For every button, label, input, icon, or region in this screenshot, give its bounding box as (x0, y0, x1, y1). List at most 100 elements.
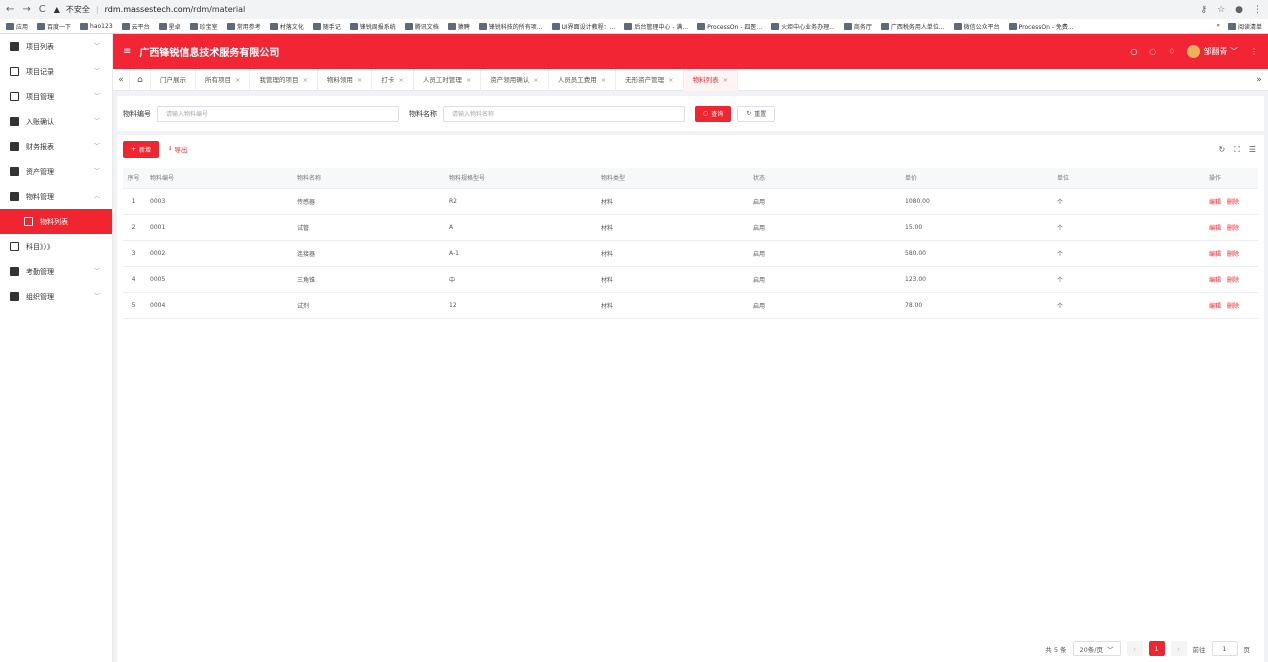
more-bookmarks-button[interactable]: » (1216, 22, 1220, 31)
star-icon[interactable]: ☆ (1217, 5, 1225, 15)
bookmark-item[interactable]: 随手记 (312, 22, 341, 31)
sidebar-item-organization[interactable]: 组织管理 ﹀ (0, 284, 112, 309)
sidebar-item-asset-management[interactable]: 资产管理 ﹀ (0, 159, 112, 184)
tab-all-projects[interactable]: 所有项目 × (196, 68, 251, 91)
edit-link[interactable]: 编辑 (1209, 225, 1221, 232)
edit-link[interactable]: 编辑 (1209, 303, 1221, 310)
goto-input[interactable]: 1 (1211, 641, 1238, 656)
table-row: 3 0002 连接器 A-1 材料 启用 580.00 个 编辑 删除 (123, 240, 1258, 267)
bell-icon[interactable]: ♢ (1168, 47, 1175, 56)
bookmark-item[interactable]: 猿聘 (447, 22, 470, 31)
address-bar[interactable]: ▲ 不安全 | rdm.massestech.com/rdm/material (54, 4, 246, 15)
export-button[interactable]: ⭳ 导出 (169, 144, 187, 155)
columns-icon[interactable]: ☰ (1249, 145, 1256, 155)
sidebar-item-project-record[interactable]: 项目记录 ﹀ (0, 59, 112, 84)
sidebar-item-material-list[interactable]: 物料列表 (0, 209, 112, 234)
tab-material-list[interactable]: 物料列表 × (683, 68, 739, 91)
edit-link[interactable]: 编辑 (1209, 251, 1221, 258)
name-input[interactable]: 请输入物料名称 (443, 105, 685, 122)
bookmark-item[interactable]: 火炬中心业务办理... (771, 22, 835, 31)
back-button[interactable]: ← (6, 4, 14, 15)
app-header: ≡ 广西锋锐信息技术服务有限公司 ○ ◌ ♢ 邹翻青 ﹀ ⋮ (113, 34, 1268, 69)
key-icon[interactable]: ⚷ (1200, 5, 1207, 15)
tab-intangible-assets[interactable]: 无形资产管理 × (616, 68, 684, 91)
tab-material-requisition[interactable]: 物料领用 × (318, 68, 373, 91)
search-icon[interactable]: ○ (1130, 47, 1137, 56)
message-icon[interactable]: ◌ (1149, 47, 1156, 56)
close-icon[interactable]: × (723, 76, 728, 84)
sidebar-item-subjects[interactable]: 科目》）》 (0, 234, 112, 259)
torch-icon (771, 22, 780, 30)
home-icon[interactable]: ⌂ (129, 68, 151, 91)
add-button[interactable]: + 新增 (123, 141, 160, 158)
bookmark-item[interactable]: ProcessOn - 免费... (1008, 22, 1074, 31)
bookmark-item[interactable]: 村落文化 (269, 22, 304, 31)
bookmark-item[interactable]: 云平台 (121, 22, 150, 31)
tab-clock-in[interactable]: 打卡 × (372, 68, 414, 91)
delete-link[interactable]: 删除 (1227, 277, 1239, 284)
bookmark-item[interactable]: 百度一下 (37, 22, 71, 31)
menu-toggle-icon[interactable]: ≡ (123, 46, 131, 57)
bookmark-item[interactable]: 锋锐科技的所有项... (478, 22, 543, 31)
bookmark-item[interactable]: 广西税务用人单位... (880, 22, 945, 31)
bookmark-item[interactable]: hao123 (80, 22, 113, 30)
close-icon[interactable]: × (398, 76, 403, 84)
bookmark-item[interactable]: 星卓 (158, 22, 181, 31)
url-host: rdm.massestech.com (104, 5, 191, 14)
sidebar-item-finance-report[interactable]: 财务报表 ﹀ (0, 134, 112, 159)
code-input[interactable]: 请输入物料编号 (157, 105, 399, 122)
bookmark-item[interactable]: 微信公众平台 (953, 22, 1000, 31)
tabs-scroll-right-icon[interactable]: » (1250, 75, 1268, 85)
tab-staff-costs[interactable]: 人员员工费用 × (549, 68, 617, 91)
bookmark-item[interactable]: UI界面设计教程：... (551, 22, 615, 31)
menu-icon[interactable]: ⋮ (1253, 5, 1262, 15)
close-icon[interactable]: × (601, 76, 606, 84)
sidebar-item-project-list[interactable]: 项目列表 ﹀ (0, 34, 112, 59)
bookmark-item[interactable]: 商务厅 (843, 22, 872, 31)
profile-icon[interactable]: ● (1235, 5, 1243, 15)
delete-link[interactable]: 删除 (1227, 199, 1239, 206)
sidebar-item-project-management[interactable]: 项目管理 ﹀ (0, 84, 112, 109)
sidebar-item-accounting-confirm[interactable]: 入账确认 ﹀ (0, 109, 112, 134)
next-page-button[interactable]: › (1170, 641, 1187, 656)
page-size-select[interactable]: 20条/页 ﹀ (1072, 641, 1121, 656)
delete-link[interactable]: 删除 (1227, 303, 1239, 310)
bookmark-item[interactable]: 后台管理中心 - 满... (624, 22, 688, 31)
tab-portal[interactable]: 门户展示 (151, 68, 196, 91)
fullscreen-icon[interactable]: ⛶ (1234, 145, 1240, 155)
tab-my-projects[interactable]: 我管理的项目 × (250, 68, 318, 91)
tab-work-hours[interactable]: 人员工时管理 × (414, 68, 482, 91)
bookmark-item[interactable]: 腾讯文档 (404, 22, 439, 31)
bookmark-item[interactable]: 锋锐周报系统 (349, 22, 396, 31)
reload-button[interactable]: C (39, 4, 46, 15)
query-button[interactable]: ○ 查询 (695, 105, 732, 122)
close-icon[interactable]: × (533, 76, 538, 84)
sidebar-item-attendance[interactable]: 考勤管理 ﹀ (0, 259, 112, 284)
close-icon[interactable]: × (302, 76, 307, 84)
close-icon[interactable]: × (668, 76, 673, 84)
hire-icon (447, 22, 456, 30)
bookmark-item[interactable]: ProcessOn - 四医... (697, 22, 762, 31)
reading-list-button[interactable]: 阅读清单 (1227, 22, 1262, 31)
refresh-icon[interactable]: ↻ (1219, 145, 1226, 155)
close-icon[interactable]: × (357, 76, 362, 84)
reset-button[interactable]: ↻ 重置 (737, 105, 776, 122)
forward-button[interactable]: → (22, 4, 30, 15)
bookmark-item[interactable]: 应用 (6, 22, 28, 31)
delete-link[interactable]: 删除 (1227, 251, 1239, 258)
close-icon[interactable]: × (235, 76, 240, 84)
user-menu[interactable]: 邹翻青 ﹀ (1187, 45, 1238, 58)
edit-link[interactable]: 编辑 (1209, 199, 1221, 206)
bookmark-item[interactable]: 常用参考 (226, 22, 261, 31)
page-number[interactable]: 1 (1148, 641, 1165, 656)
tab-asset-confirm[interactable]: 资产领用确认 × (481, 68, 549, 91)
close-icon[interactable]: × (466, 76, 471, 84)
tabs-scroll-left-icon[interactable]: « (113, 75, 129, 85)
delete-link[interactable]: 删除 (1227, 225, 1239, 232)
prev-page-button[interactable]: ‹ (1126, 641, 1143, 656)
edit-link[interactable]: 编辑 (1209, 277, 1221, 284)
company-title: 广西锋锐信息技术服务有限公司 (139, 48, 280, 59)
more-icon[interactable]: ⋮ (1250, 47, 1258, 56)
bookmark-item[interactable]: 珍宝室 (189, 22, 218, 31)
sidebar-item-material-management[interactable]: 物料管理 ︿ (0, 184, 112, 209)
